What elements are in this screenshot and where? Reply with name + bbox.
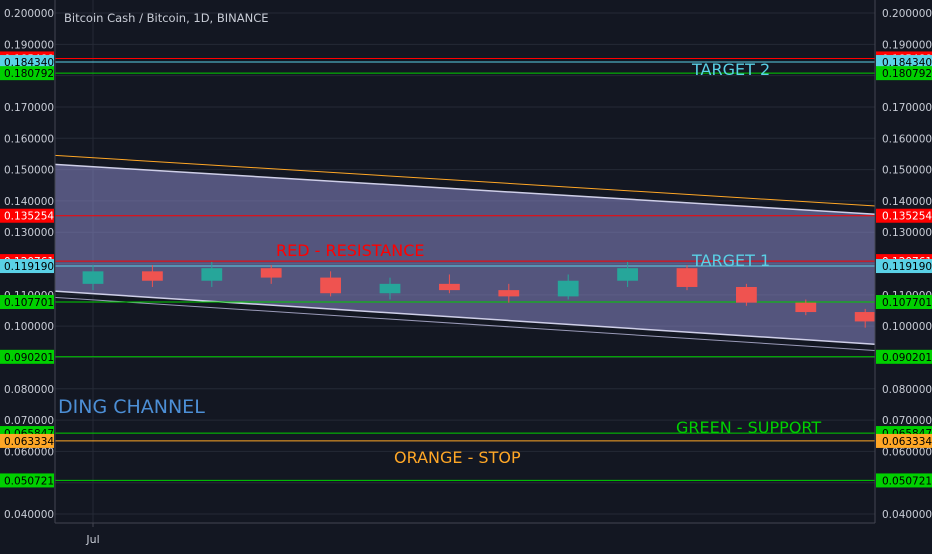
price-tag-label-right: 0.063334 [882,436,932,448]
candle-body [201,268,223,281]
y-tick-label-right: 0.130000 [882,227,932,239]
price-tag-label-left: 0.119190 [4,261,54,273]
candle-body [676,268,698,287]
annotation-orange: ORANGE - STOP [394,448,521,467]
price-tag-label-left: 0.063334 [4,436,54,448]
chart-title: Bitcoin Cash / Bitcoin, 1D, BINANCE [64,11,269,25]
candle-body [82,271,104,284]
y-tick-label-left: 0.200000 [4,8,54,20]
y-tick-label-right: 0.200000 [882,8,932,20]
bottom-axis-bg [0,523,932,550]
candle-body [854,312,876,322]
y-tick-label-right: 0.190000 [882,39,932,51]
chart: RED - RESISTANCE TARGET 2 TARGET 1 GREEN - … [0,0,932,550]
x-tick-label: Jul [85,533,99,546]
candle-body [439,283,460,291]
y-tick-label-left: 0.100000 [4,321,54,333]
price-tag-label-left: 0.090201 [4,352,54,364]
candle-body [557,280,579,297]
annotation-cyan: TARGET 1 [691,251,770,270]
price-tag-label-right: 0.180792 [882,68,932,80]
y-tick-label-right: 0.100000 [882,321,932,333]
y-tick-label-right: 0.080000 [882,384,932,396]
candle-body [498,290,520,297]
annotation-green: GREEN - SUPPORT [676,418,821,437]
y-tick-label-left: 0.160000 [4,133,54,145]
price-tag-label-right: 0.107701 [882,297,932,309]
annotation-cyan: TARGET 2 [691,60,770,79]
y-tick-label-left: 0.080000 [4,384,54,396]
y-tick-label-left: 0.060000 [4,446,54,458]
price-tag-label-right: 0.135254 [882,211,932,223]
price-tag-label-left: 0.180792 [4,68,54,80]
annotation-red: RED - RESISTANCE [276,241,424,260]
y-tick-label-left: 0.040000 [4,509,54,521]
y-tick-label-right: 0.140000 [882,196,932,208]
y-tick-label-right: 0.060000 [882,446,932,458]
candle-body [379,283,401,294]
y-tick-label-right: 0.160000 [882,133,932,145]
y-tick-label-left: 0.170000 [4,102,54,114]
y-tick-label-left: 0.150000 [4,165,54,177]
y-tick-label-left: 0.130000 [4,227,54,239]
price-tag-label-left: 0.107701 [4,297,54,309]
price-tag-label-right: 0.119190 [882,261,932,273]
candle-body [260,268,282,278]
price-tag-label-right: 0.050721 [882,475,932,487]
y-tick-label-right: 0.040000 [882,509,932,521]
price-tag-label-left: 0.135254 [4,211,54,223]
candle-body [617,268,638,281]
annotation-channel: DING CHANNEL [58,396,205,418]
chart-svg: RED - RESISTANCE TARGET 2 TARGET 1 GREEN - … [0,0,932,550]
candle-body [795,302,817,313]
y-tick-label-right: 0.070000 [882,415,932,427]
y-tick-label-left: 0.070000 [4,415,54,427]
y-tick-label-left: 0.140000 [4,196,54,208]
candle-body [736,286,757,303]
candle-body [320,277,341,294]
y-tick-label-left: 0.190000 [4,39,54,51]
price-tag-label-left: 0.050721 [4,475,54,487]
y-tick-label-right: 0.170000 [882,102,932,114]
y-tick-label-right: 0.150000 [882,165,932,177]
price-tag-label-right: 0.090201 [882,352,932,364]
candle-body [142,271,163,281]
